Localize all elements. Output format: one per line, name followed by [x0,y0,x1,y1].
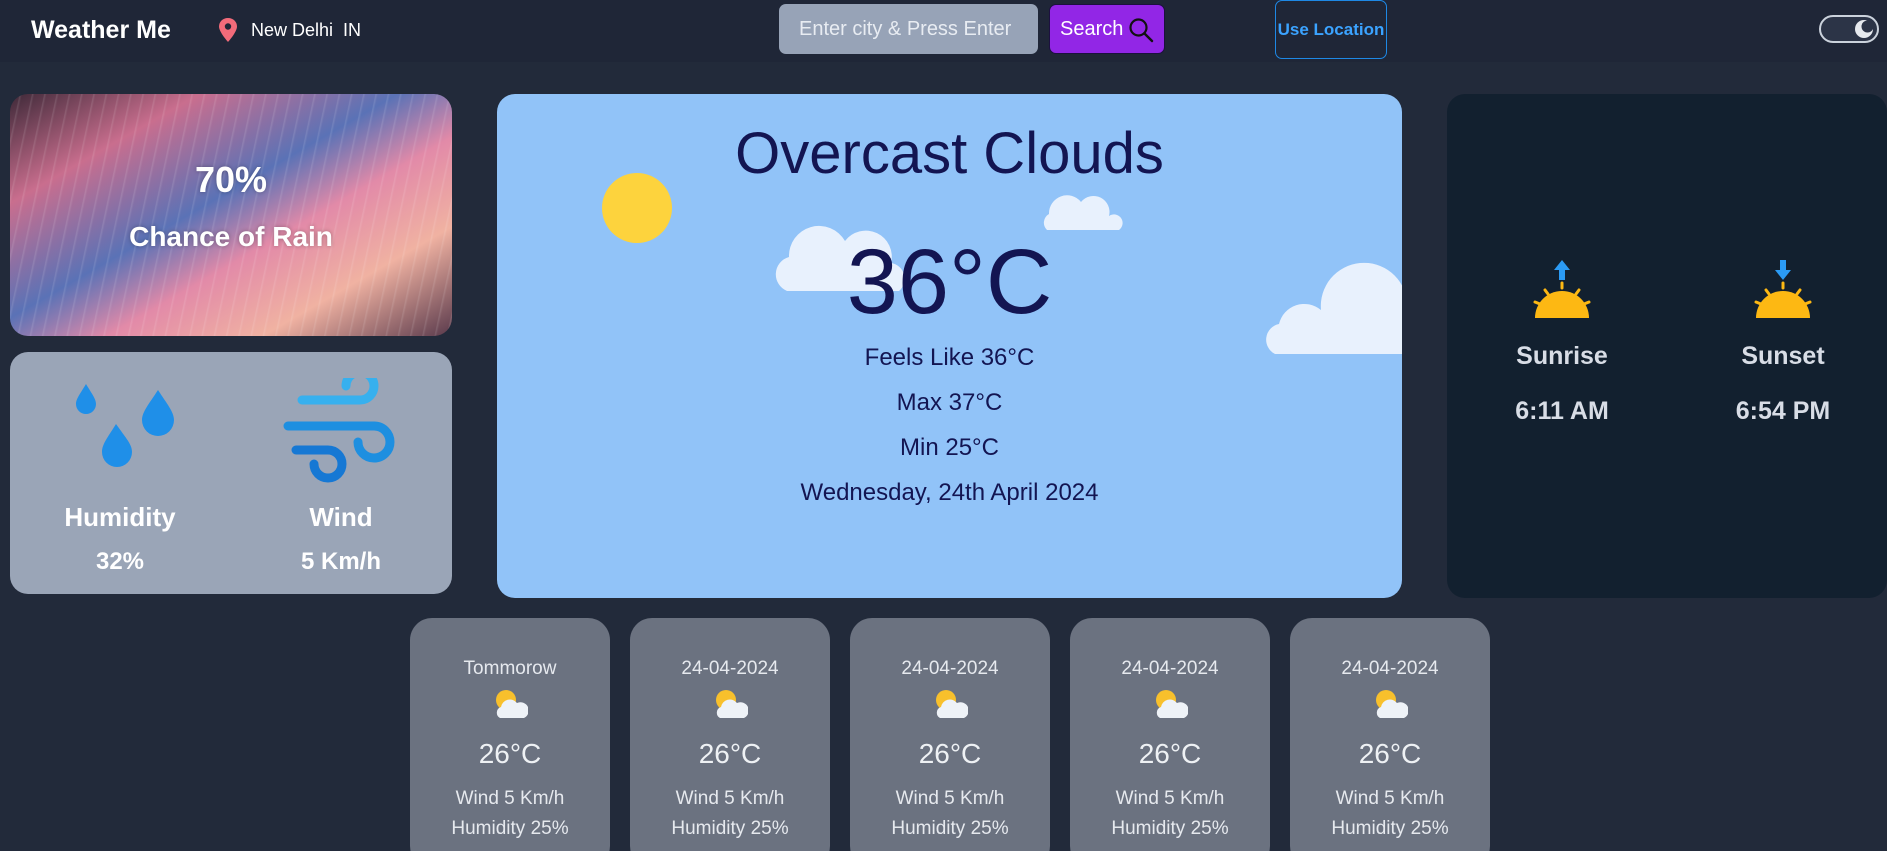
weather-condition: Overcast Clouds [735,121,1164,186]
brand-title[interactable]: Weather Me [31,16,171,45]
forecast-humidity: Humidity 25% [451,818,569,839]
current-date: Wednesday, 24th April 2024 [800,479,1099,506]
feels-like: Feels Like 36°C [864,344,1035,371]
sun-behind-cloud-icon [496,690,528,718]
sunset-time: 6:54 PM [1735,397,1831,425]
use-location-button[interactable]: Use Location [1275,0,1387,59]
sunset-label: Sunset [1741,342,1825,370]
forecast-temperature: 26°C [478,738,542,769]
forecast-wind: Wind 5 Km/h [675,788,785,809]
forecast-humidity: Humidity 25% [891,818,1009,839]
sunrise-icon [1533,260,1591,318]
forecast-wind: Wind 5 Km/h [455,788,565,809]
cloud-icon [1043,195,1123,230]
humidity-wind-card: Humidity 32% Wind 5 Km/h [10,352,452,594]
rain-chance-label: Chance of Rain [129,221,333,252]
rain-background-image [10,94,452,336]
rain-chance-card: 70% Chance of Rain [10,94,452,336]
forecast-card: 24-04-2024 26°C Wind 5 Km/h Humidity 25% [1290,618,1490,851]
forecast-humidity: Humidity 25% [671,818,789,839]
navbar: Weather Me New Delhi IN Search Use Locat… [0,0,1887,62]
forecast-temperature: 26°C [918,738,982,769]
search-icon [1129,18,1154,43]
humidity-drops-icon [76,384,174,467]
humidity-label: Humidity [64,502,176,532]
sun-behind-cloud-icon [716,690,748,718]
rain-chance-value: 70% [194,159,268,200]
wind-icon [283,378,395,483]
moon-icon [1855,20,1874,38]
wind-label: Wind [309,502,373,532]
sun-behind-cloud-icon [936,690,968,718]
forecast-wind: Wind 5 Km/h [1115,788,1225,809]
forecast-wind: Wind 5 Km/h [1335,788,1445,809]
forecast-temperature: 26°C [698,738,762,769]
forecast-temperature: 26°C [1358,738,1422,769]
sun-behind-cloud-icon [1376,690,1408,718]
sunset-icon [1754,260,1812,318]
humidity-value: 32% [95,548,145,575]
forecast-temperature: 26°C [1138,738,1202,769]
forecast-humidity: Humidity 25% [1111,818,1229,839]
forecast-day: 24-04-2024 [1121,658,1219,679]
forecast-day: 24-04-2024 [681,658,779,679]
location-pin-icon [219,18,237,42]
forecast-card: 24-04-2024 26°C Wind 5 Km/h Humidity 25% [630,618,830,851]
forecast-day: Tommorow [463,658,557,679]
search-input[interactable] [779,4,1038,54]
forecast-card: 24-04-2024 26°C Wind 5 Km/h Humidity 25% [850,618,1050,851]
search-button-label: Search [1060,17,1124,40]
sunrise-time: 6:11 AM [1515,397,1609,425]
location-text: New Delhi IN [251,20,362,40]
min-temperature: Min 25°C [900,434,999,461]
forecast-card: 24-04-2024 26°C Wind 5 Km/h Humidity 25% [1070,618,1270,851]
max-temperature: Max 37°C [896,389,1003,416]
forecast-humidity: Humidity 25% [1331,818,1449,839]
forecast-wind: Wind 5 Km/h [895,788,1005,809]
sunrise-label: Sunrise [1516,342,1608,370]
wind-value: 5 Km/h [300,548,381,575]
current-weather-card: Overcast Clouds 36°C Feels Like 36°C Max… [497,94,1402,598]
forecast-card: Tommorow 26°C Wind 5 Km/h Humidity 25% [410,618,610,851]
sunrise-sunset-card: Sunrise 6:11 AM Sunset 6:54 PM [1447,94,1887,598]
forecast-day: 24-04-2024 [1341,658,1439,679]
sun-behind-cloud-icon [1156,690,1188,718]
theme-toggle[interactable] [1819,15,1879,43]
forecast-day: 24-04-2024 [901,658,999,679]
current-temperature: 36°C [846,231,1053,333]
search-button[interactable]: Search [1049,4,1165,54]
